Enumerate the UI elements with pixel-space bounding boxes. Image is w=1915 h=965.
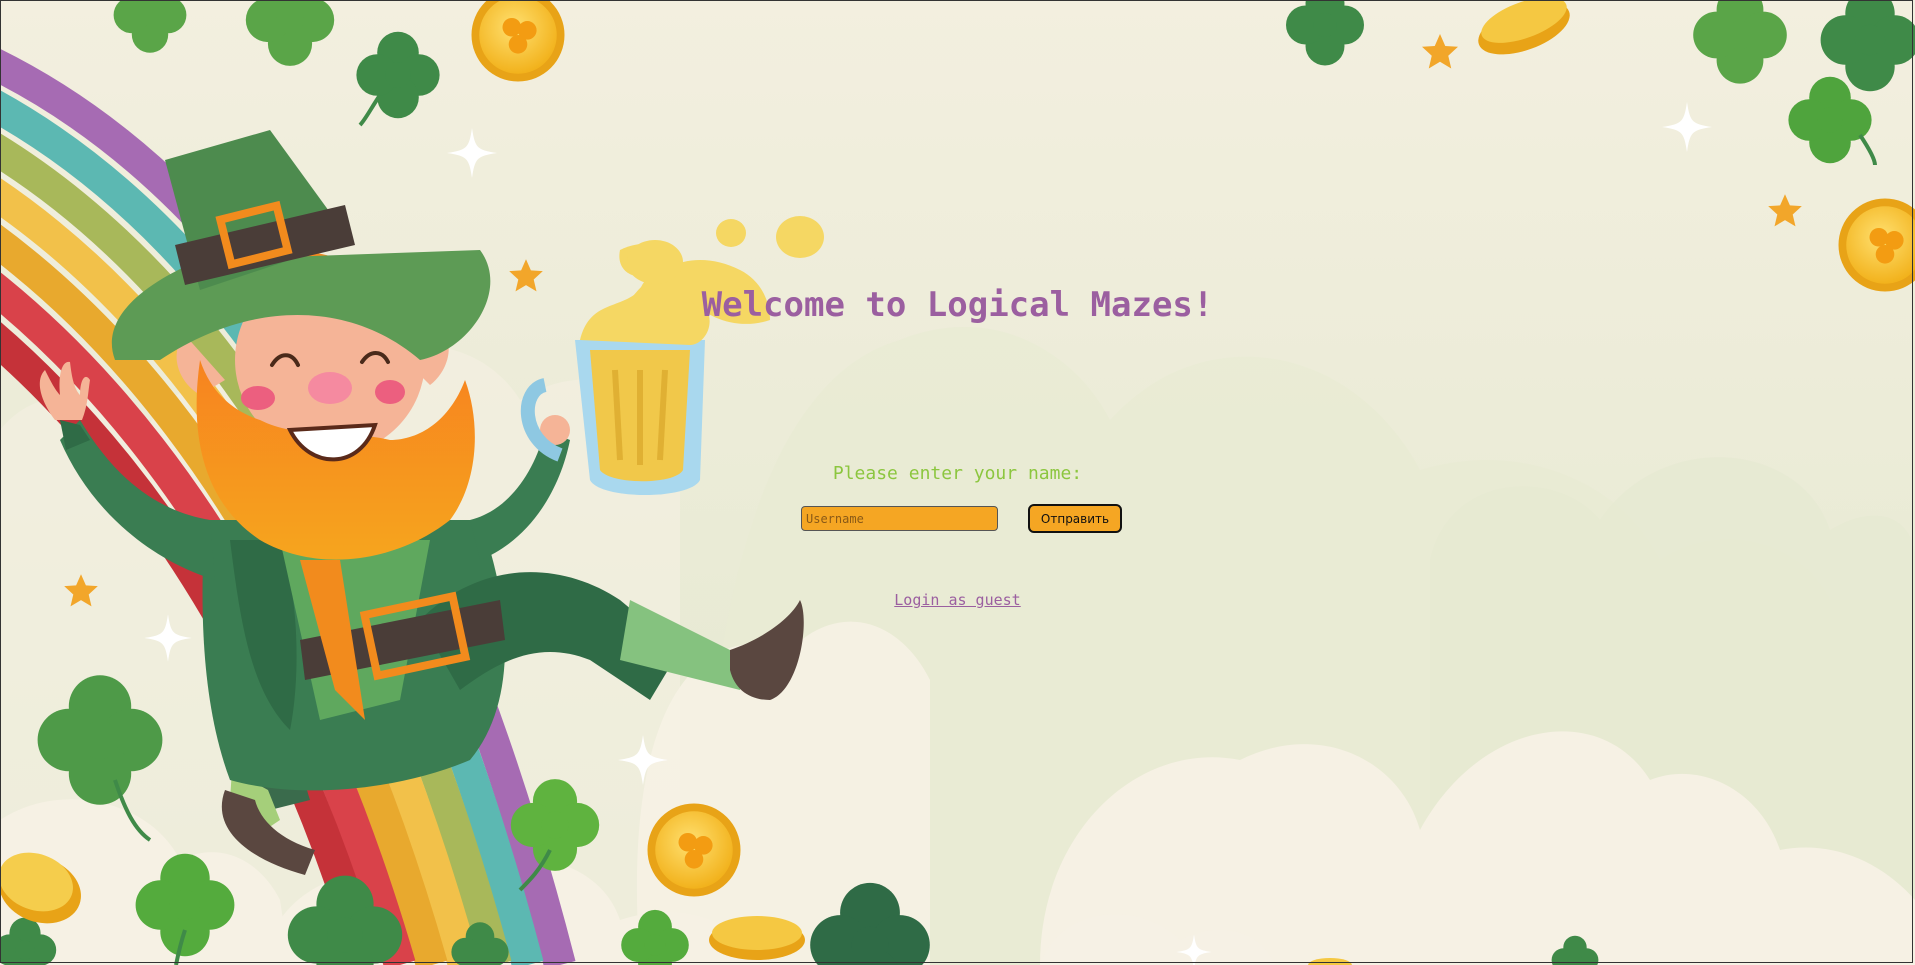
page-title: Welcome to Logical Mazes! xyxy=(701,285,1214,325)
username-input[interactable] xyxy=(801,506,998,531)
login-as-guest-link[interactable]: Login as guest xyxy=(0,591,1915,609)
name-prompt: Please enter your name: xyxy=(832,463,1083,484)
submit-button[interactable]: Отправить xyxy=(1028,504,1122,533)
